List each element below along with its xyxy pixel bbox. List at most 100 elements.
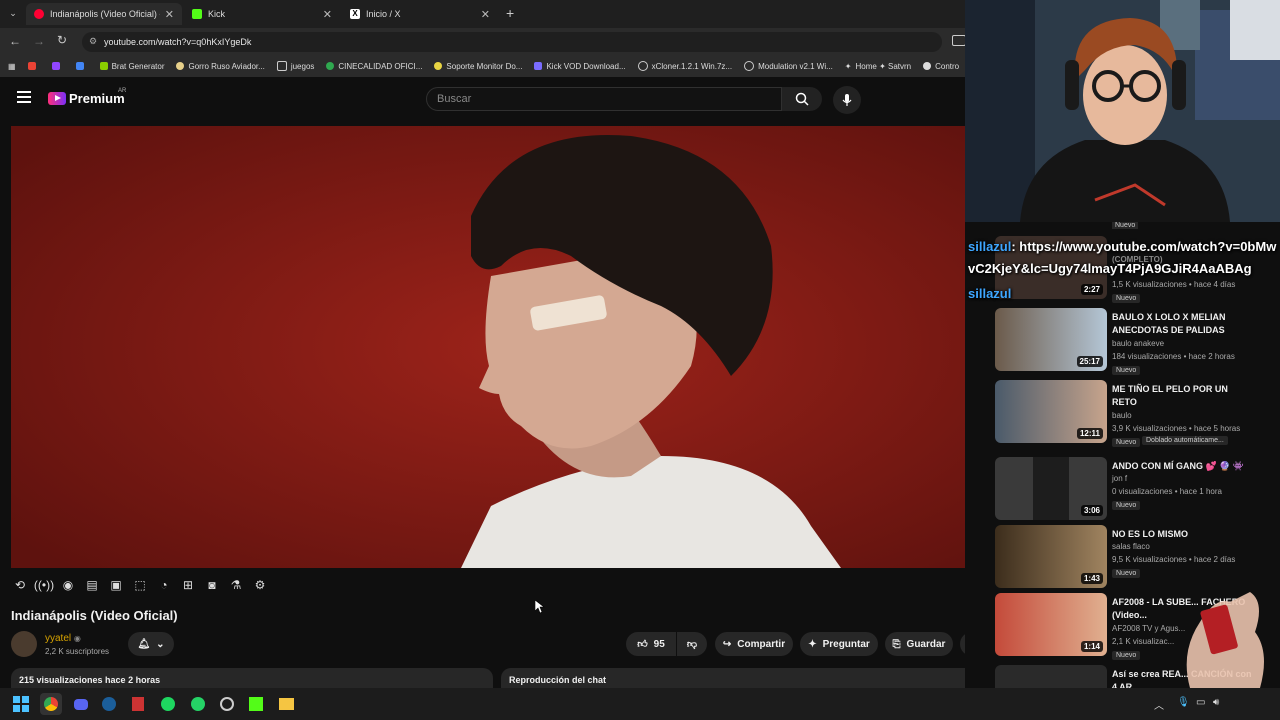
recommendation-item[interactable]: 25:17 BAULO X LOLO X MELIAN ANECDOTAS DE… bbox=[995, 308, 1280, 378]
new-badge: Nuevo bbox=[1112, 501, 1141, 510]
camera-icon[interactable]: ◙ bbox=[203, 576, 221, 594]
bookmark-modulation[interactable]: Modulation v2.1 Wi... bbox=[744, 61, 833, 71]
spotify-icon[interactable] bbox=[157, 693, 179, 715]
channel-name[interactable]: yyatel ◉ bbox=[45, 633, 81, 644]
top-new-badge: Nuevo bbox=[1112, 222, 1139, 229]
tab-label: Indianápolis (Video Oficial) - Yo bbox=[50, 9, 160, 19]
dislike-button[interactable]: 👎︎ bbox=[677, 632, 707, 656]
discord-icon[interactable] bbox=[70, 693, 92, 715]
back-arrow-icon[interactable]: ← bbox=[9, 34, 21, 48]
watch-icon[interactable]: ◉ bbox=[59, 576, 77, 594]
channel-avatar[interactable] bbox=[11, 631, 37, 657]
video-thumbnail: 12:11 bbox=[995, 380, 1107, 443]
youtube-logo-icon[interactable] bbox=[48, 92, 66, 105]
bookmark-brat[interactable]: Brat Generator bbox=[99, 62, 164, 71]
bookmark-satvrn[interactable]: ✦ Home ✦ Satvrn bbox=[845, 62, 911, 72]
tab-x[interactable]: X Inicio / X ✕ bbox=[342, 3, 498, 25]
menu-icon[interactable] bbox=[17, 91, 31, 103]
chat-replay-card[interactable]: Reproducción del chat bbox=[501, 668, 984, 688]
url-input[interactable]: ⚙ youtube.com/watch?v=q0hKxIYgeDk bbox=[82, 32, 942, 52]
gear-icon[interactable]: ⚙ bbox=[251, 576, 269, 594]
search-button[interactable] bbox=[782, 87, 822, 111]
tab-youtube[interactable]: Indianápolis (Video Oficial) - Yo ✕ bbox=[26, 3, 182, 25]
premium-logo-text[interactable]: Premium bbox=[69, 91, 125, 106]
site-info-icon[interactable]: ⚙ bbox=[89, 36, 97, 47]
description-card[interactable]: 215 visualizaciones hace 2 horas bbox=[11, 668, 493, 688]
bookmark-kick-vod[interactable]: Kick VOD Download... bbox=[534, 62, 626, 71]
video-title: Indianápolis (Video Oficial) bbox=[11, 608, 178, 623]
tray-mic-icon[interactable]: 🎙︎ bbox=[1177, 697, 1190, 708]
tray-volume-icon[interactable]: 🔊︎ bbox=[1213, 697, 1219, 708]
save-button[interactable]: ⎘ Guardar bbox=[885, 632, 953, 656]
steam-icon[interactable] bbox=[98, 693, 120, 715]
tab-search-icon[interactable]: ⌄ bbox=[6, 6, 20, 20]
add-box-icon[interactable]: ⊞ bbox=[179, 576, 197, 594]
streamer-webcam bbox=[965, 0, 1280, 222]
tab-label: Inicio / X bbox=[366, 9, 401, 19]
search-icon bbox=[795, 92, 809, 106]
recommendation-channel: salas flaco bbox=[1112, 542, 1150, 551]
recommendation-item[interactable]: 12:11 ME TIÑO EL PELO POR UN RETO baulo … bbox=[995, 380, 1280, 450]
like-button[interactable]: 👍︎ 95 bbox=[626, 632, 676, 656]
tray-network-icon[interactable]: ▭ bbox=[1196, 697, 1205, 708]
new-tab-icon[interactable]: + bbox=[506, 5, 514, 21]
video-player[interactable] bbox=[11, 126, 969, 568]
chat-overlay: sillazul: https://www.youtube.com/watch?… bbox=[968, 236, 1278, 301]
chat-username: sillazul bbox=[968, 286, 1012, 301]
broadcast-icon[interactable]: ((•)) bbox=[34, 576, 54, 594]
new-badge: Nuevo bbox=[1112, 438, 1141, 447]
flask-icon[interactable]: ⚗ bbox=[227, 576, 245, 594]
cast-icon[interactable] bbox=[952, 35, 966, 46]
obs-icon[interactable] bbox=[127, 693, 149, 715]
close-icon[interactable]: ✕ bbox=[323, 8, 332, 21]
search-input[interactable]: Buscar bbox=[426, 87, 782, 111]
reload-icon[interactable]: ↻ bbox=[57, 33, 67, 47]
drive-icon[interactable] bbox=[75, 62, 88, 70]
bookmark-icon: ⎘ bbox=[892, 638, 901, 650]
file-explorer-icon[interactable] bbox=[275, 693, 297, 715]
like-count: 95 bbox=[653, 638, 665, 650]
bookmark-xcloner[interactable]: xCloner.1.2.1 Win.7z... bbox=[637, 61, 732, 71]
ask-label: Preguntar bbox=[822, 638, 870, 650]
windows-start-icon[interactable] bbox=[10, 693, 32, 715]
recommendation-item[interactable]: 3:06 ANDO CON MÍ GANG 💕 🔮 👾 jon f 0 visu… bbox=[995, 457, 1280, 527]
kick-icon[interactable] bbox=[245, 693, 267, 715]
frame-icon[interactable]: ⬚ bbox=[131, 576, 149, 594]
gmail-icon[interactable] bbox=[27, 62, 40, 70]
picture-in-picture-icon[interactable]: ▣ bbox=[107, 576, 125, 594]
loop-icon[interactable]: ⟲ bbox=[11, 576, 29, 594]
ask-button[interactable]: ✦ Preguntar bbox=[800, 632, 878, 656]
bookmark-gorro[interactable]: Gorro Ruso Aviador... bbox=[176, 62, 265, 71]
chrome-icon[interactable] bbox=[40, 693, 62, 715]
player-tools-bar: ⟲ ((•)) ◉ ▤ ▣ ⬚ ◔ ⊞ ◙ ⚗ ⚙ bbox=[11, 574, 281, 596]
hand-overlay-image bbox=[1186, 592, 1264, 688]
speedometer-icon[interactable]: ◔ bbox=[155, 576, 173, 594]
tab-kick[interactable]: Kick ✕ bbox=[184, 3, 340, 25]
kick-favicon-icon bbox=[192, 9, 202, 19]
share-button[interactable]: ↪ Compartir bbox=[715, 632, 793, 656]
subscription-bell-button[interactable]: 🔔︎ ⌄ bbox=[128, 632, 174, 656]
app-icon[interactable] bbox=[216, 693, 238, 715]
new-badge: Nuevo bbox=[1112, 366, 1141, 375]
microphone-icon bbox=[842, 94, 852, 106]
video-thumbnail: 1:14 bbox=[995, 593, 1107, 656]
bookmark-juegos[interactable]: juegos bbox=[276, 61, 314, 71]
twitch-icon[interactable] bbox=[51, 62, 64, 70]
close-icon[interactable]: ✕ bbox=[481, 8, 490, 21]
chat-username: sillazul bbox=[968, 239, 1012, 254]
bookmark-contro[interactable]: Contro bbox=[923, 62, 959, 71]
new-badge: Nuevo bbox=[1112, 651, 1141, 660]
apps-grid-icon[interactable]: ▦ bbox=[8, 62, 16, 71]
close-icon[interactable]: ✕ bbox=[165, 8, 174, 21]
whatsapp-icon[interactable] bbox=[187, 693, 209, 715]
chevron-down-icon: ⌄ bbox=[156, 638, 165, 650]
tray-chevron-icon[interactable]: ︿ bbox=[1154, 697, 1164, 712]
bookmark-cinecalidad[interactable]: CINECALIDAD OFICI... bbox=[326, 62, 422, 71]
voice-search-button[interactable] bbox=[833, 86, 861, 114]
recommendation-title: ANDO CON MÍ GANG 💕 🔮 👾 bbox=[1112, 461, 1245, 471]
clapper-icon[interactable]: ▤ bbox=[83, 576, 101, 594]
recommendation-meta: 0 visualizaciones • hace 1 hora bbox=[1112, 487, 1222, 496]
url-text: youtube.com/watch?v=q0hKxIYgeDk bbox=[104, 37, 252, 47]
forward-arrow-icon[interactable]: → bbox=[33, 34, 45, 48]
bookmark-soporte[interactable]: Soporte Monitor Do... bbox=[434, 62, 522, 71]
